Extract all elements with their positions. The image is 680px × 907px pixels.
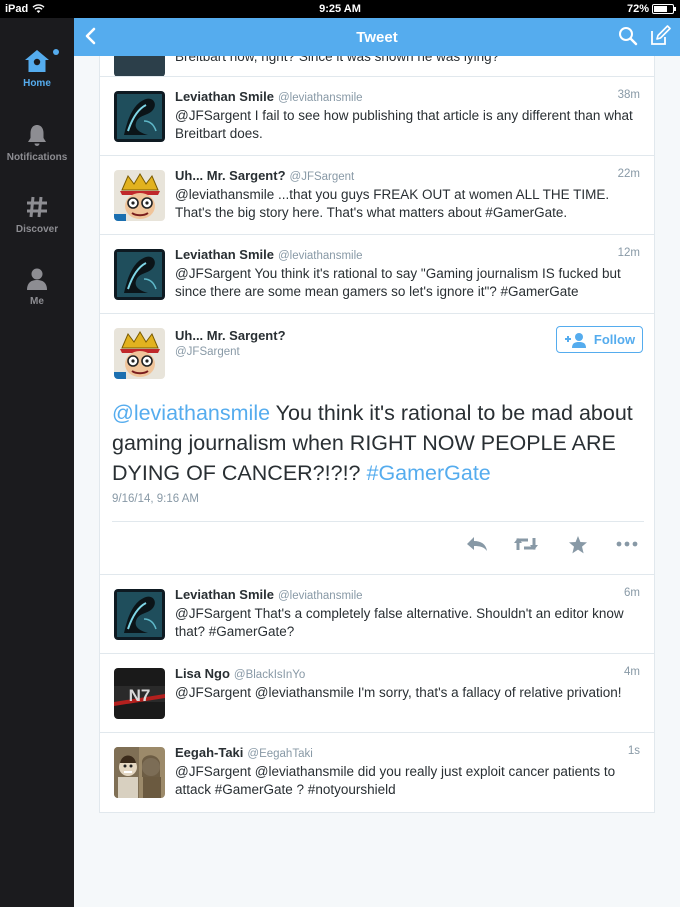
tweet-item[interactable]: Uh... Mr. Sargent? @JFSargent 22m @leviat…	[100, 156, 654, 235]
leviathan-avatar-icon	[114, 589, 165, 640]
more-icon	[616, 541, 638, 547]
tweet-timestamp: 9/16/14, 9:16 AM	[112, 493, 199, 505]
tweet-author: Uh... Mr. Sargent? @JFSargent	[175, 168, 354, 183]
sargent-avatar-icon	[114, 328, 165, 379]
mention-link[interactable]: @leviathansmile	[112, 401, 270, 425]
tweet-text: @JFSargent That's a completely false alt…	[175, 606, 624, 639]
leviathan-avatar-icon	[114, 249, 165, 300]
sidebar-item-notifications[interactable]: Notifications	[0, 122, 74, 163]
author-handle: @leviathansmile	[277, 590, 363, 602]
conversation-timeline: Breitbart how, right? Since it was shown…	[99, 56, 655, 813]
author-name: Uh... Mr. Sargent?	[175, 168, 286, 183]
top-bar: Tweet	[74, 18, 680, 56]
star-icon	[569, 536, 587, 554]
tweet-partial[interactable]: Breitbart how, right? Since it was shown…	[100, 56, 654, 77]
author-name: Eegah-Taki	[175, 745, 244, 760]
sidebar-item-label: Me	[30, 296, 44, 307]
status-bar: iPad 9:25 AM 72%	[0, 0, 680, 18]
tweet-time: 12m	[617, 247, 640, 259]
main-panel: Tweet Breitbart how, right? Since it was…	[74, 18, 680, 907]
tweet-text: Breitbart how, right? Since it was shown…	[175, 56, 500, 64]
tweet-time: 6m	[624, 587, 640, 599]
reply-icon	[467, 537, 487, 551]
divider	[112, 521, 644, 522]
add-user-icon	[564, 332, 586, 348]
tweet-item[interactable]: Leviathan Smile @leviathansmile 6m @JFSar…	[100, 575, 654, 654]
tweet-time: 4m	[624, 666, 640, 678]
tweet-author: Lisa Ngo @BlackIsInYo	[175, 666, 305, 681]
page-title: Tweet	[356, 29, 398, 46]
avatar	[114, 56, 165, 76]
compose-icon	[651, 25, 671, 45]
tweet-author: Leviathan Smile @leviathansmile	[175, 89, 363, 104]
tweet-item[interactable]: Eegah-Taki @EegahTaki 1s @JFSargent @levi…	[100, 733, 654, 812]
author-handle: @BlackIsInYo	[233, 669, 306, 681]
tweet-item[interactable]: Leviathan Smile @leviathansmile 12m @JFSa…	[100, 235, 654, 314]
avatar[interactable]	[114, 328, 165, 379]
hashtag-icon	[27, 196, 47, 218]
avatar[interactable]: N7	[114, 668, 165, 719]
avatar[interactable]	[114, 747, 165, 798]
sargent-avatar-icon	[114, 170, 165, 221]
tweet-author: Eegah-Taki @EegahTaki	[175, 745, 313, 760]
author-handle: @JFSargent	[175, 346, 240, 358]
tweet-author: Leviathan Smile @leviathansmile	[175, 247, 363, 262]
hashtag-link[interactable]: #GamerGate	[366, 461, 490, 485]
tweet-body: @leviathansmile You think it's rational …	[112, 398, 650, 488]
search-icon	[619, 27, 638, 46]
author-handle: @JFSargent	[289, 171, 355, 183]
person-icon	[27, 268, 47, 290]
focused-tweet: Uh... Mr. Sargent? @JFSargent Follow @le…	[100, 314, 654, 575]
sidebar-item-discover[interactable]: Discover	[0, 194, 74, 235]
clock: 9:25 AM	[319, 3, 361, 15]
tweet-item[interactable]: N7 Lisa Ngo @BlackIsInYo 4m @JFSargent @l…	[100, 654, 654, 733]
reply-button[interactable]	[466, 536, 488, 557]
avatar[interactable]	[114, 170, 165, 221]
author-handle: @leviathansmile	[277, 92, 363, 104]
sidebar-item-label: Home	[23, 78, 51, 89]
follow-button[interactable]: Follow	[556, 326, 643, 353]
avatar[interactable]	[114, 249, 165, 300]
favorite-button[interactable]	[568, 536, 588, 559]
battery-percent: 72%	[626, 3, 649, 15]
more-button[interactable]	[616, 536, 638, 557]
tweet-item[interactable]: Leviathan Smile @leviathansmile 38m @JFSa…	[100, 77, 654, 156]
bell-icon	[28, 125, 46, 146]
tweet-text: @JFSargent @leviathansmile I'm sorry, th…	[175, 685, 622, 700]
author-handle: @leviathansmile	[277, 250, 363, 262]
eegah-avatar-icon	[114, 747, 165, 798]
tweet-time: 1s	[627, 745, 640, 757]
tweet-author: Leviathan Smile @leviathansmile	[175, 587, 363, 602]
author-name: Leviathan Smile	[175, 587, 274, 602]
home-icon	[25, 50, 49, 72]
tweet-time: 22m	[617, 168, 640, 180]
unread-dot	[53, 49, 59, 55]
leviathan-avatar-icon	[114, 91, 165, 142]
sidebar-item-me[interactable]: Me	[0, 266, 74, 307]
avatar[interactable]	[114, 589, 165, 640]
author-name[interactable]: Uh... Mr. Sargent?	[175, 328, 286, 343]
avatar[interactable]	[114, 91, 165, 142]
sidebar: Home Notifications Discover Me	[0, 18, 74, 907]
sidebar-item-label: Discover	[15, 224, 59, 235]
retweet-icon	[514, 538, 538, 550]
tweet-time: 38m	[617, 89, 640, 101]
search-button[interactable]	[618, 26, 638, 51]
author-name: Lisa Ngo	[175, 666, 230, 681]
tweet-text: @JFSargent @leviathansmile did you reall…	[175, 764, 616, 797]
sidebar-item-home[interactable]: Home	[0, 48, 74, 89]
sidebar-item-label: Notifications	[6, 152, 68, 163]
n7-avatar-icon: N7	[114, 668, 165, 719]
compose-button[interactable]	[649, 25, 671, 52]
battery-icon	[652, 4, 676, 14]
author-name: Leviathan Smile	[175, 247, 274, 262]
author-handle: @EegahTaki	[247, 748, 313, 760]
avatar-text: N7	[129, 686, 151, 705]
follow-label: Follow	[593, 332, 636, 347]
retweet-button[interactable]	[513, 536, 539, 557]
tweet-text: @leviathansmile ...that you guys FREAK O…	[175, 187, 610, 220]
tweet-text: @JFSargent You think it's rational to sa…	[175, 266, 621, 299]
tweet-text: @JFSargent I fail to see how publishing …	[175, 108, 633, 141]
author-name: Leviathan Smile	[175, 89, 274, 104]
